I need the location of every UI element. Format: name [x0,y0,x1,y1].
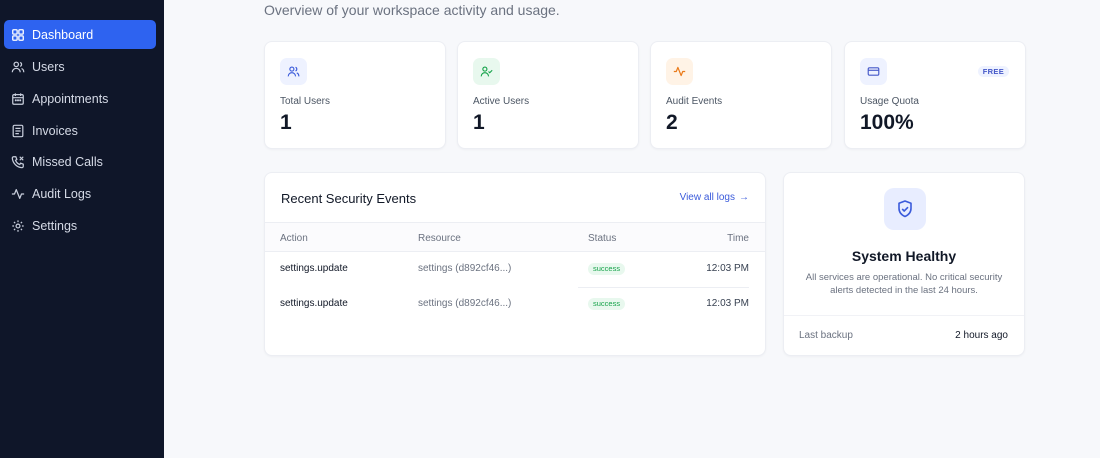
security-events-card: Recent Security Events View all logs → A… [264,172,766,356]
table-row[interactable]: settings.update settings (d892cf46...) s… [265,287,765,322]
sidebar-item-settings[interactable]: Settings [4,211,156,240]
users-icon [280,58,307,85]
column-header-time: Time [727,233,749,244]
stat-card-total-users: Total Users 1 [264,41,446,149]
stat-value: 1 [280,111,292,134]
health-title: System Healthy [851,248,957,264]
cell-resource: settings (d892cf46...) [418,298,512,309]
cell-resource: settings (d892cf46...) [418,263,512,274]
health-description: All services are operational. No critica… [805,272,1003,296]
sidebar-item-invoices[interactable]: Invoices [4,116,156,145]
missed-call-icon [11,155,25,169]
stat-label: Usage Quota [860,96,919,107]
view-all-logs-link[interactable]: View all logs → [680,192,749,203]
cell-action: settings.update [280,298,348,309]
system-health-card: System Healthy All services are operatio… [783,172,1025,356]
section-title: Recent Security Events [281,191,417,206]
sidebar: Dashboard Users Appointments Invoices Mi… [0,0,164,458]
cell-action: settings.update [280,263,348,274]
sidebar-item-users[interactable]: Users [4,52,156,81]
sidebar-item-appointments[interactable]: Appointments [4,84,156,113]
invoice-icon [11,124,25,138]
activity-icon [11,187,25,201]
view-all-label: View all logs [679,192,735,203]
calendar-icon [11,92,25,106]
sidebar-item-missed-calls[interactable]: Missed Calls [4,147,156,176]
stat-value: 1 [473,111,485,134]
last-backup-value: 2 hours ago [955,330,1008,341]
column-header-action: Action [280,233,308,244]
cell-time: 12:03 PM [706,263,749,274]
sidebar-item-dashboard[interactable]: Dashboard [4,20,156,49]
stat-label: Active Users [473,96,530,107]
gear-icon [11,219,25,233]
users-icon [11,60,25,74]
shield-check-icon [884,188,926,230]
credit-card-icon [860,58,887,85]
column-header-resource: Resource [418,233,461,244]
sidebar-item-label: Users [32,59,65,74]
page-subtitle: Overview of your workspace activity and … [264,2,560,18]
stat-label: Total Users [280,96,331,107]
table-header: Action Resource Status Time [265,222,765,252]
activity-icon [666,58,693,85]
stat-card-audit-events: Audit Events 2 [650,41,832,149]
stat-card-usage-quota: FREE Usage Quota 100% [844,41,1026,149]
sidebar-item-label: Missed Calls [32,154,103,169]
sidebar-item-label: Settings [32,218,78,233]
arrow-right-icon: → [739,192,749,203]
sidebar-item-label: Appointments [32,91,109,106]
table-row[interactable]: settings.update settings (d892cf46...) s… [265,252,765,287]
stat-label: Audit Events [666,96,723,107]
status-badge: success [588,298,626,310]
last-backup-label: Last backup [799,330,853,341]
sidebar-item-label: Invoices [32,123,78,138]
stat-card-active-users: Active Users 1 [457,41,639,149]
cell-time: 12:03 PM [706,298,749,309]
sidebar-item-label: Audit Logs [32,186,92,201]
stat-value: 100% [860,111,914,134]
stat-value: 2 [666,111,678,134]
divider [784,315,1024,316]
column-header-status: Status [588,233,617,244]
sidebar-item-audit-logs[interactable]: Audit Logs [4,179,156,208]
status-badge: success [588,263,626,275]
sidebar-item-label: Dashboard [32,27,94,42]
user-check-icon [473,58,500,85]
dashboard-icon [11,28,25,42]
plan-badge: FREE [977,66,1009,77]
